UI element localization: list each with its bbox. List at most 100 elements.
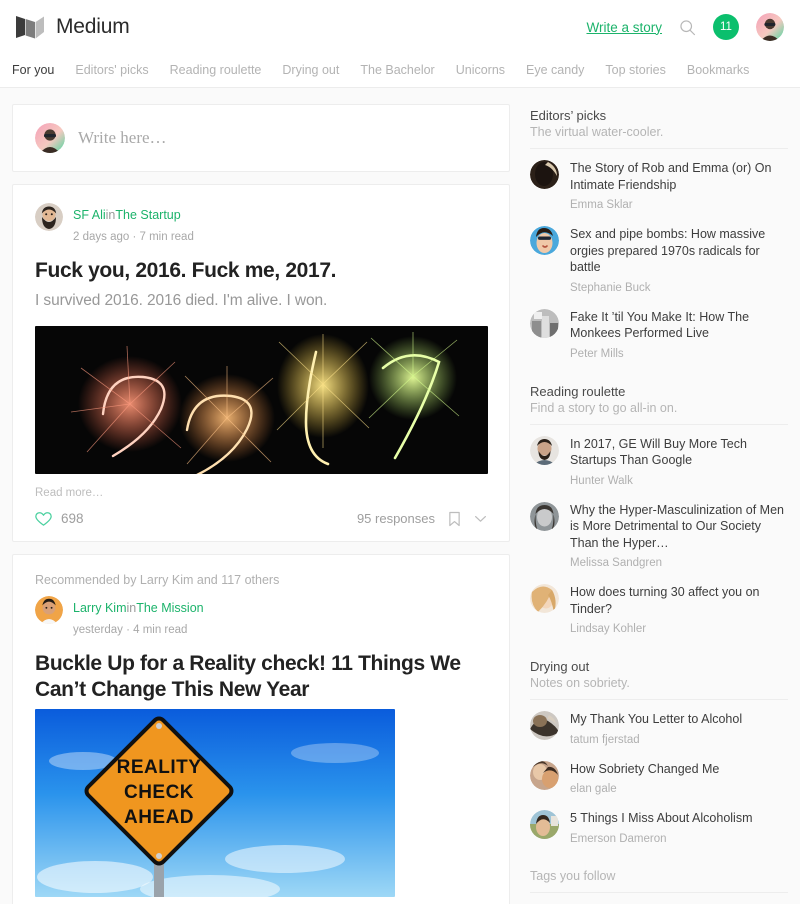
- footer-actions: 95 responses: [357, 511, 487, 527]
- list-item[interactable]: Fake It ’til You Make It: How The Monkee…: [530, 308, 788, 362]
- byline-text: Larry KiminThe Mission yesterday · 4 min…: [73, 596, 204, 639]
- composer-placeholder[interactable]: Write here…: [78, 128, 167, 148]
- story-thumbnail: [530, 501, 559, 531]
- list-item[interactable]: Why the Hyper-Masculinization of Men is …: [530, 501, 788, 572]
- article-title[interactable]: Buckle Up for a Reality check! 11 Things…: [35, 651, 487, 702]
- story-title[interactable]: Why the Hyper-Masculinization of Men is …: [570, 502, 788, 552]
- like-group[interactable]: 698: [35, 511, 84, 527]
- story-author: elan gale: [570, 783, 617, 795]
- story-title[interactable]: Fake It ’til You Make It: How The Monkee…: [570, 309, 788, 342]
- read-time: 4 min read: [133, 624, 188, 637]
- nav-tab-eye-candy[interactable]: Eye candy: [526, 64, 584, 77]
- story-thumbnail: [530, 308, 559, 338]
- sparkler-2017-image[interactable]: [35, 325, 488, 474]
- reality-check-ahead-image[interactable]: REALITY CHECK AHEAD: [35, 709, 487, 898]
- nav-tab-reading-roulette[interactable]: Reading roulette: [170, 64, 262, 77]
- heart-icon[interactable]: [35, 511, 52, 527]
- story-composer[interactable]: Write here…: [12, 104, 510, 172]
- story-title[interactable]: 5 Things I Miss About Alcoholism: [570, 810, 788, 827]
- section-title: Reading roulette: [530, 383, 626, 399]
- feed-column: Write here… SF AliinThe Startup 2 days a…: [12, 104, 510, 904]
- byline-meta: 2 days ago · 7 min read: [73, 231, 194, 243]
- story-title[interactable]: My Thank You Letter to Alcohol: [570, 711, 788, 728]
- responses-count[interactable]: 95 responses: [357, 511, 435, 526]
- feed-card-story-2: Recommended by Larry Kim and 117 others: [12, 553, 510, 904]
- nav-tab-top-stories[interactable]: Top stories: [605, 64, 665, 77]
- nav-tab-editors-picks[interactable]: Editors' picks: [75, 64, 148, 77]
- story-thumbnail: [530, 810, 559, 839]
- nav-tab-for-you[interactable]: For you: [12, 64, 54, 77]
- story-thumbnail: [530, 226, 559, 255]
- sidebar-section-editors-picks: Editors’ picks The virtual water-cooler.…: [530, 108, 788, 362]
- nav-tab-drying-out[interactable]: Drying out: [282, 64, 339, 77]
- list-item[interactable]: In 2017, GE Will Buy More Tech Startups …: [530, 435, 788, 489]
- like-count: 698: [61, 511, 84, 527]
- svg-text:CHECK: CHECK: [124, 782, 194, 803]
- list-item[interactable]: Sex and pipe bombs: How massive orgies p…: [530, 226, 788, 296]
- author-avatar[interactable]: [35, 595, 63, 624]
- story-title[interactable]: Sex and pipe bombs: How massive orgies p…: [570, 226, 788, 276]
- story-body: My Thank You Letter to Alcohol tatum fje…: [570, 711, 788, 748]
- list-item[interactable]: How does turning 30 affect you on Tinder…: [530, 584, 788, 637]
- article-subtitle: I survived 2016. 2016 died. I'm alive. I…: [35, 291, 328, 309]
- read-time: 7 min read: [139, 231, 194, 244]
- top-header: Medium Write a story 11: [0, 0, 800, 54]
- svg-text:AHEAD: AHEAD: [124, 807, 194, 828]
- notifications-badge[interactable]: 11: [713, 14, 739, 40]
- story-body: How does turning 30 affect you on Tinder…: [570, 584, 788, 637]
- chevron-down-icon[interactable]: [474, 515, 487, 523]
- svg-text:REALITY: REALITY: [117, 757, 202, 778]
- story-body: Sex and pipe bombs: How massive orgies p…: [570, 226, 788, 296]
- search-icon[interactable]: [679, 19, 696, 36]
- story-thumbnail: [530, 760, 559, 790]
- story-title[interactable]: The Story of Rob and Emma (or) On Intima…: [570, 160, 788, 193]
- story-body: Fake It ’til You Make It: How The Monkee…: [570, 309, 788, 362]
- byline: Larry KiminThe Mission yesterday · 4 min…: [35, 595, 487, 639]
- composer-avatar: [35, 123, 65, 153]
- nav-tab-bookmarks[interactable]: Bookmarks: [687, 64, 750, 77]
- story-author: Hunter Walk: [570, 474, 633, 487]
- story-title[interactable]: How Sobriety Changed Me: [570, 761, 788, 778]
- header-actions: Write a story 11: [586, 13, 784, 41]
- tags-section-title: Tags you follow: [530, 868, 616, 883]
- byline: SF AliinThe Startup 2 days ago · 7 min r…: [35, 203, 487, 246]
- read-more-label[interactable]: Read more…: [35, 897, 487, 904]
- meta-dot: ·: [126, 624, 130, 637]
- byline-text: SF AliinThe Startup 2 days ago · 7 min r…: [73, 203, 194, 246]
- publication-link[interactable]: The Mission: [136, 601, 203, 615]
- story-body: 5 Things I Miss About Alcoholism Emerson…: [570, 810, 788, 847]
- sidebar-section-drying-out: Drying out Notes on sobriety. My Thank Y…: [530, 659, 788, 847]
- author-name-link[interactable]: Larry Kim: [73, 601, 126, 615]
- category-nav: For you Editors' picks Reading roulette …: [0, 54, 800, 88]
- divider: [530, 148, 788, 149]
- story-title[interactable]: In 2017, GE Will Buy More Tech Startups …: [570, 436, 788, 469]
- bookmark-icon[interactable]: [448, 511, 461, 527]
- byline-names: Larry KiminThe Mission: [73, 601, 204, 615]
- medium-logo-link[interactable]: Medium: [16, 15, 130, 39]
- author-name-link[interactable]: SF Ali: [73, 208, 106, 222]
- read-more-label[interactable]: Read more…: [35, 474, 487, 499]
- avatar[interactable]: [756, 13, 784, 41]
- story-author: Emma Sklar: [570, 199, 633, 211]
- list-item[interactable]: How Sobriety Changed Me elan gale: [530, 760, 788, 798]
- section-subtitle: Notes on sobriety.: [530, 676, 630, 690]
- story-author: Lindsay Kohler: [570, 623, 647, 635]
- meta-dot: ·: [132, 231, 137, 244]
- list-item[interactable]: 5 Things I Miss About Alcoholism Emerson…: [530, 810, 788, 847]
- write-a-story-button[interactable]: Write a story: [586, 20, 662, 35]
- site-title: Medium: [56, 15, 130, 38]
- story-thumbnail: [530, 584, 559, 613]
- section-title: Editors’ picks: [530, 108, 607, 123]
- byline-separator: in: [126, 600, 137, 615]
- sidebar: Editors’ picks The virtual water-cooler.…: [530, 104, 788, 904]
- story-title[interactable]: How does turning 30 affect you on Tinder…: [570, 584, 788, 617]
- nav-tab-unicorns[interactable]: Unicorns: [456, 64, 505, 77]
- article-title[interactable]: Fuck you, 2016. Fuck me, 2017.: [35, 258, 487, 284]
- publication-link[interactable]: The Startup: [115, 208, 180, 222]
- list-item[interactable]: The Story of Rob and Emma (or) On Intima…: [530, 160, 788, 213]
- list-item[interactable]: My Thank You Letter to Alcohol tatum fje…: [530, 711, 788, 748]
- author-avatar[interactable]: [35, 203, 63, 231]
- divider: [530, 423, 788, 425]
- nav-tab-the-bachelor[interactable]: The Bachelor: [360, 64, 434, 77]
- article-body: SF AliinThe Startup 2 days ago · 7 min r…: [13, 185, 509, 541]
